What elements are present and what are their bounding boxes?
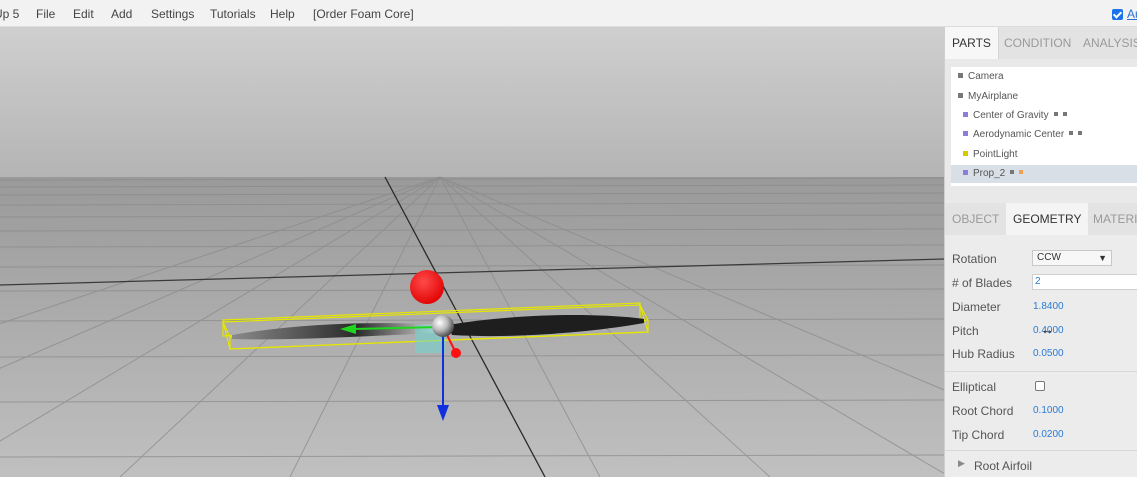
diameter-value[interactable]: 1.8400: [1033, 301, 1064, 312]
top-tab-bar: PARTS CONDITION ANALYSIS: [945, 27, 1137, 59]
tree-item-camera[interactable]: Camera: [951, 68, 1137, 86]
side-panel: PARTS CONDITION ANALYSIS Camera MyAirpla…: [944, 27, 1137, 477]
tip-chord-value[interactable]: 0.0200: [1033, 429, 1064, 440]
gizmo-y-handle: [451, 348, 461, 358]
tab-parts[interactable]: PARTS: [945, 27, 999, 59]
menu-file[interactable]: File: [36, 7, 55, 21]
tab-analysis[interactable]: ANALYSIS: [1076, 27, 1137, 59]
elliptical-checkbox[interactable]: [1035, 381, 1045, 391]
tree-item-center-of-gravity[interactable]: Center of Gravity: [951, 107, 1137, 125]
tree-item-label: Center of Gravity: [973, 110, 1049, 121]
menu-tutorials[interactable]: Tutorials: [210, 7, 256, 21]
tree-item-label: Camera: [968, 71, 1004, 82]
geometry-panel: Rotation CCW ▼ # of Blades 2 Diameter 1.…: [945, 235, 1137, 477]
tip-chord-label: Tip Chord: [952, 428, 1005, 442]
blades-label: # of Blades: [952, 276, 1013, 290]
menu-bar: Up 5 File Edit Add Settings Tutorials He…: [0, 0, 1137, 27]
divider: [945, 450, 1137, 451]
tab-material[interactable]: MATERIAL: [1086, 203, 1137, 235]
menu-order-foam-core[interactable]: [Order Foam Core]: [313, 7, 414, 21]
triangle-right-icon[interactable]: ▶: [958, 458, 965, 469]
bullet-icon: [963, 169, 968, 175]
blades-input[interactable]: 2: [1032, 274, 1137, 290]
divider: [945, 371, 1137, 372]
menu-edit[interactable]: Edit: [73, 7, 94, 21]
tree-item-label: PointLight: [973, 149, 1018, 160]
scene-canvas[interactable]: [0, 27, 944, 477]
app-title: Up 5: [0, 7, 20, 21]
elliptical-label: Elliptical: [952, 380, 997, 394]
tree-item-myairplane[interactable]: MyAirplane: [951, 88, 1137, 106]
pitch-label: Pitch: [952, 324, 979, 338]
root-chord-value[interactable]: 0.1000: [1033, 405, 1064, 416]
lock-marker-icon[interactable]: [1062, 112, 1067, 117]
bullet-icon: [963, 130, 968, 136]
tree-item-aerodynamic-center[interactable]: Aerodynamic Center: [951, 126, 1137, 144]
menu-help[interactable]: Help: [270, 7, 295, 21]
tree-item-label: Prop_2: [973, 168, 1006, 179]
rotation-label: Rotation: [952, 252, 997, 266]
tree-item-label: MyAirplane: [968, 91, 1019, 102]
rotation-select[interactable]: CCW ▼: [1032, 250, 1112, 266]
autosave-label[interactable]: Au: [1127, 7, 1137, 21]
rotation-value: CCW: [1037, 252, 1061, 263]
bullet-icon: [963, 111, 968, 117]
lock-marker-icon[interactable]: [1078, 131, 1083, 136]
lock-marker-icon[interactable]: [1019, 170, 1024, 175]
tab-geometry[interactable]: GEOMETRY: [1006, 203, 1089, 235]
chevron-down-icon: ▼: [1098, 253, 1107, 263]
visibility-marker-icon[interactable]: [1053, 112, 1058, 117]
hub-radius-label: Hub Radius: [952, 347, 1015, 361]
tab-condition[interactable]: CONDITION: [997, 27, 1078, 59]
visibility-marker-icon[interactable]: [1069, 131, 1074, 136]
hub-radius-value[interactable]: 0.0500: [1033, 348, 1064, 359]
menu-settings[interactable]: Settings: [151, 7, 194, 21]
root-airfoil-label[interactable]: Root Airfoil: [974, 459, 1032, 473]
tree-item-label: Aerodynamic Center: [973, 129, 1065, 140]
tab-object[interactable]: OBJECT: [945, 203, 1006, 235]
menu-add[interactable]: Add: [111, 7, 132, 21]
visibility-marker-icon[interactable]: [1010, 170, 1015, 175]
resize-cursor-icon: ↔: [1041, 322, 1054, 337]
bullet-icon: [958, 92, 963, 98]
3d-viewport[interactable]: [0, 27, 944, 477]
root-chord-label: Root Chord: [952, 404, 1014, 418]
bullet-icon: [958, 72, 963, 78]
diameter-label: Diameter: [952, 300, 1001, 314]
prop-hub: [432, 315, 454, 337]
autosave-checkbox-icon[interactable]: [1112, 9, 1123, 20]
tree-item-pointlight[interactable]: PointLight: [951, 146, 1137, 164]
sky: [0, 27, 944, 179]
tree-item-prop-2[interactable]: Prop_2: [951, 165, 1137, 183]
properties-tab-bar: OBJECT GEOMETRY MATERIAL: [945, 203, 1137, 235]
parts-tree: Camera MyAirplane Center of Gravity Aero…: [951, 67, 1137, 186]
bullet-icon: [963, 150, 968, 156]
point-light-marker: [410, 270, 444, 304]
